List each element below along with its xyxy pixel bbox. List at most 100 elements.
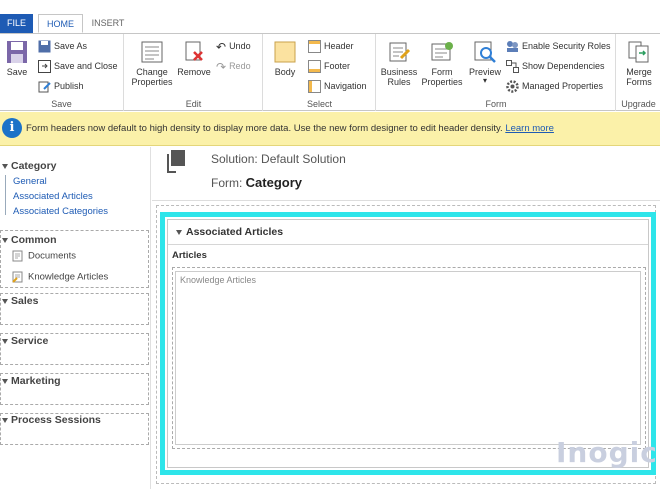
enable-security-roles-button[interactable]: Enable Security Roles — [506, 38, 611, 54]
form-properties-label: Form Properties — [421, 67, 463, 87]
remove-label: Remove — [177, 67, 211, 77]
upgrade-group: Merge Forms Upgrade — [617, 34, 660, 111]
edit-group-label: Edit — [185, 99, 202, 109]
security-roles-icon — [507, 41, 518, 53]
tab-home[interactable]: HOME — [38, 14, 83, 33]
publish-icon — [38, 81, 51, 93]
save-icon — [7, 41, 27, 63]
redo-icon: ↷ — [216, 59, 227, 74]
body-label: Body — [274, 67, 296, 77]
gear-icon — [506, 80, 519, 93]
business-rules-button[interactable]: Business Rules — [379, 40, 419, 87]
business-rules-icon — [389, 42, 411, 62]
nav-group-sales[interactable]: Sales — [2, 295, 38, 307]
form-properties-button[interactable]: Form Properties — [420, 40, 464, 87]
merge-forms-label: Merge Forms — [626, 67, 652, 87]
save-close-icon — [38, 60, 51, 74]
form-name: Category — [245, 175, 303, 190]
redo-button[interactable]: ↷ Redo — [216, 58, 251, 74]
save-as-icon — [38, 40, 51, 53]
subgrid-placeholder: Knowledge Articles — [180, 275, 257, 285]
nav-group-category[interactable]: Category — [2, 160, 57, 172]
ribbon-tab-bar: FILE HOME INSERT — [0, 0, 660, 33]
business-rules-label: Business Rules — [380, 67, 418, 87]
save-button[interactable]: Save — [3, 40, 31, 77]
collapse-triangle-icon — [2, 163, 8, 169]
managed-properties-button[interactable]: Managed Properties — [506, 78, 603, 94]
save-and-close-button[interactable]: Save and Close — [38, 58, 118, 74]
info-message: Form headers now default to high density… — [26, 123, 554, 134]
watermark-logo: Inogic — [556, 436, 658, 469]
nav-group-process-sessions[interactable]: Process Sessions — [2, 414, 101, 426]
nav-item-associated-categories[interactable]: Associated Categories — [13, 206, 108, 217]
body-button[interactable]: Body — [267, 40, 303, 77]
nav-item-knowledge-articles[interactable]: Knowledge Articles — [12, 271, 108, 283]
header-icon — [308, 40, 321, 54]
edit-group: Change Properties Remove ↶ Undo ↷ Redo Edi… — [125, 34, 263, 111]
solution-label: Solution: Default Solution — [211, 152, 346, 166]
undo-button[interactable]: ↶ Undo — [216, 38, 251, 54]
knowledge-articles-icon — [12, 271, 23, 283]
subgrid-articles[interactable]: Knowledge Articles — [175, 271, 641, 445]
collapse-triangle-icon — [2, 338, 8, 344]
remove-icon — [185, 41, 203, 61]
documents-icon — [12, 250, 23, 262]
upgrade-group-label: Upgrade — [621, 99, 656, 109]
nav-tree-line — [5, 175, 6, 215]
change-properties-label: Change Properties — [131, 67, 173, 87]
preview-dropdown-icon[interactable]: ▾ — [465, 77, 505, 85]
body-icon — [274, 41, 296, 63]
properties-icon — [141, 41, 163, 63]
save-as-button[interactable]: Save As — [38, 38, 87, 54]
collapse-triangle-icon — [176, 229, 182, 235]
select-group: Body Header Footer Navigation Select — [264, 34, 376, 111]
nav-group-common[interactable]: Common — [2, 234, 57, 246]
header-divider — [152, 200, 660, 201]
form-title: Form: Category — [211, 175, 303, 190]
footer-icon — [308, 60, 321, 74]
form-group-label: Form — [485, 99, 507, 109]
change-properties-button[interactable]: Change Properties — [129, 40, 175, 87]
form-group: Business Rules Form Properties Preview ▾… — [377, 34, 616, 111]
save-group-label: Save — [51, 99, 72, 109]
remove-button[interactable]: Remove — [176, 40, 212, 77]
collapse-triangle-icon — [2, 417, 8, 423]
info-icon: i — [2, 118, 22, 138]
tab-insert[interactable]: INSERT — [88, 14, 128, 33]
collapse-triangle-icon — [2, 237, 8, 243]
preview-button[interactable]: Preview ▾ — [465, 40, 505, 85]
footer-button[interactable]: Footer — [308, 58, 350, 74]
section-title: Associated Articles — [176, 226, 283, 238]
section-divider — [168, 244, 648, 245]
dependencies-icon — [506, 60, 519, 74]
navigation-button[interactable]: Navigation — [308, 78, 367, 94]
merge-forms-button[interactable]: Merge Forms — [619, 40, 659, 87]
navigation-icon — [308, 80, 321, 94]
ribbon: Save Save As Save and Close Publish Save… — [0, 33, 660, 111]
nav-item-documents[interactable]: Documents — [12, 250, 76, 262]
save-label: Save — [6, 67, 28, 77]
learn-more-link[interactable]: Learn more — [505, 123, 554, 134]
info-notification-bar: i Form headers now default to high densi… — [0, 112, 660, 146]
undo-icon: ↶ — [216, 39, 227, 54]
save-group: Save Save As Save and Close Publish Save — [0, 34, 124, 111]
collapse-triangle-icon — [2, 378, 8, 384]
associated-articles-section[interactable]: Associated Articles Articles Knowledge A… — [160, 212, 657, 475]
section-inner-frame: Associated Articles Articles Knowledge A… — [167, 219, 657, 469]
nav-group-marketing[interactable]: Marketing — [2, 375, 61, 387]
merge-forms-icon — [628, 41, 649, 63]
show-dependencies-button[interactable]: Show Dependencies — [506, 58, 605, 74]
collapse-triangle-icon — [2, 298, 8, 304]
nav-group-service[interactable]: Service — [2, 335, 48, 347]
nav-item-general[interactable]: General — [13, 176, 47, 187]
tab-file[interactable]: FILE — [0, 14, 33, 33]
form-icon — [167, 150, 185, 173]
nav-item-associated-articles[interactable]: Associated Articles — [13, 191, 93, 202]
form-properties-icon — [431, 42, 453, 61]
info-message-text: Form headers now default to high density… — [26, 123, 503, 134]
select-group-label: Select — [306, 99, 332, 109]
form-editor-canvas: Solution: Default Solution Form: Categor… — [152, 147, 660, 489]
publish-button[interactable]: Publish — [38, 78, 84, 94]
preview-icon — [474, 41, 496, 63]
header-button[interactable]: Header — [308, 38, 354, 54]
